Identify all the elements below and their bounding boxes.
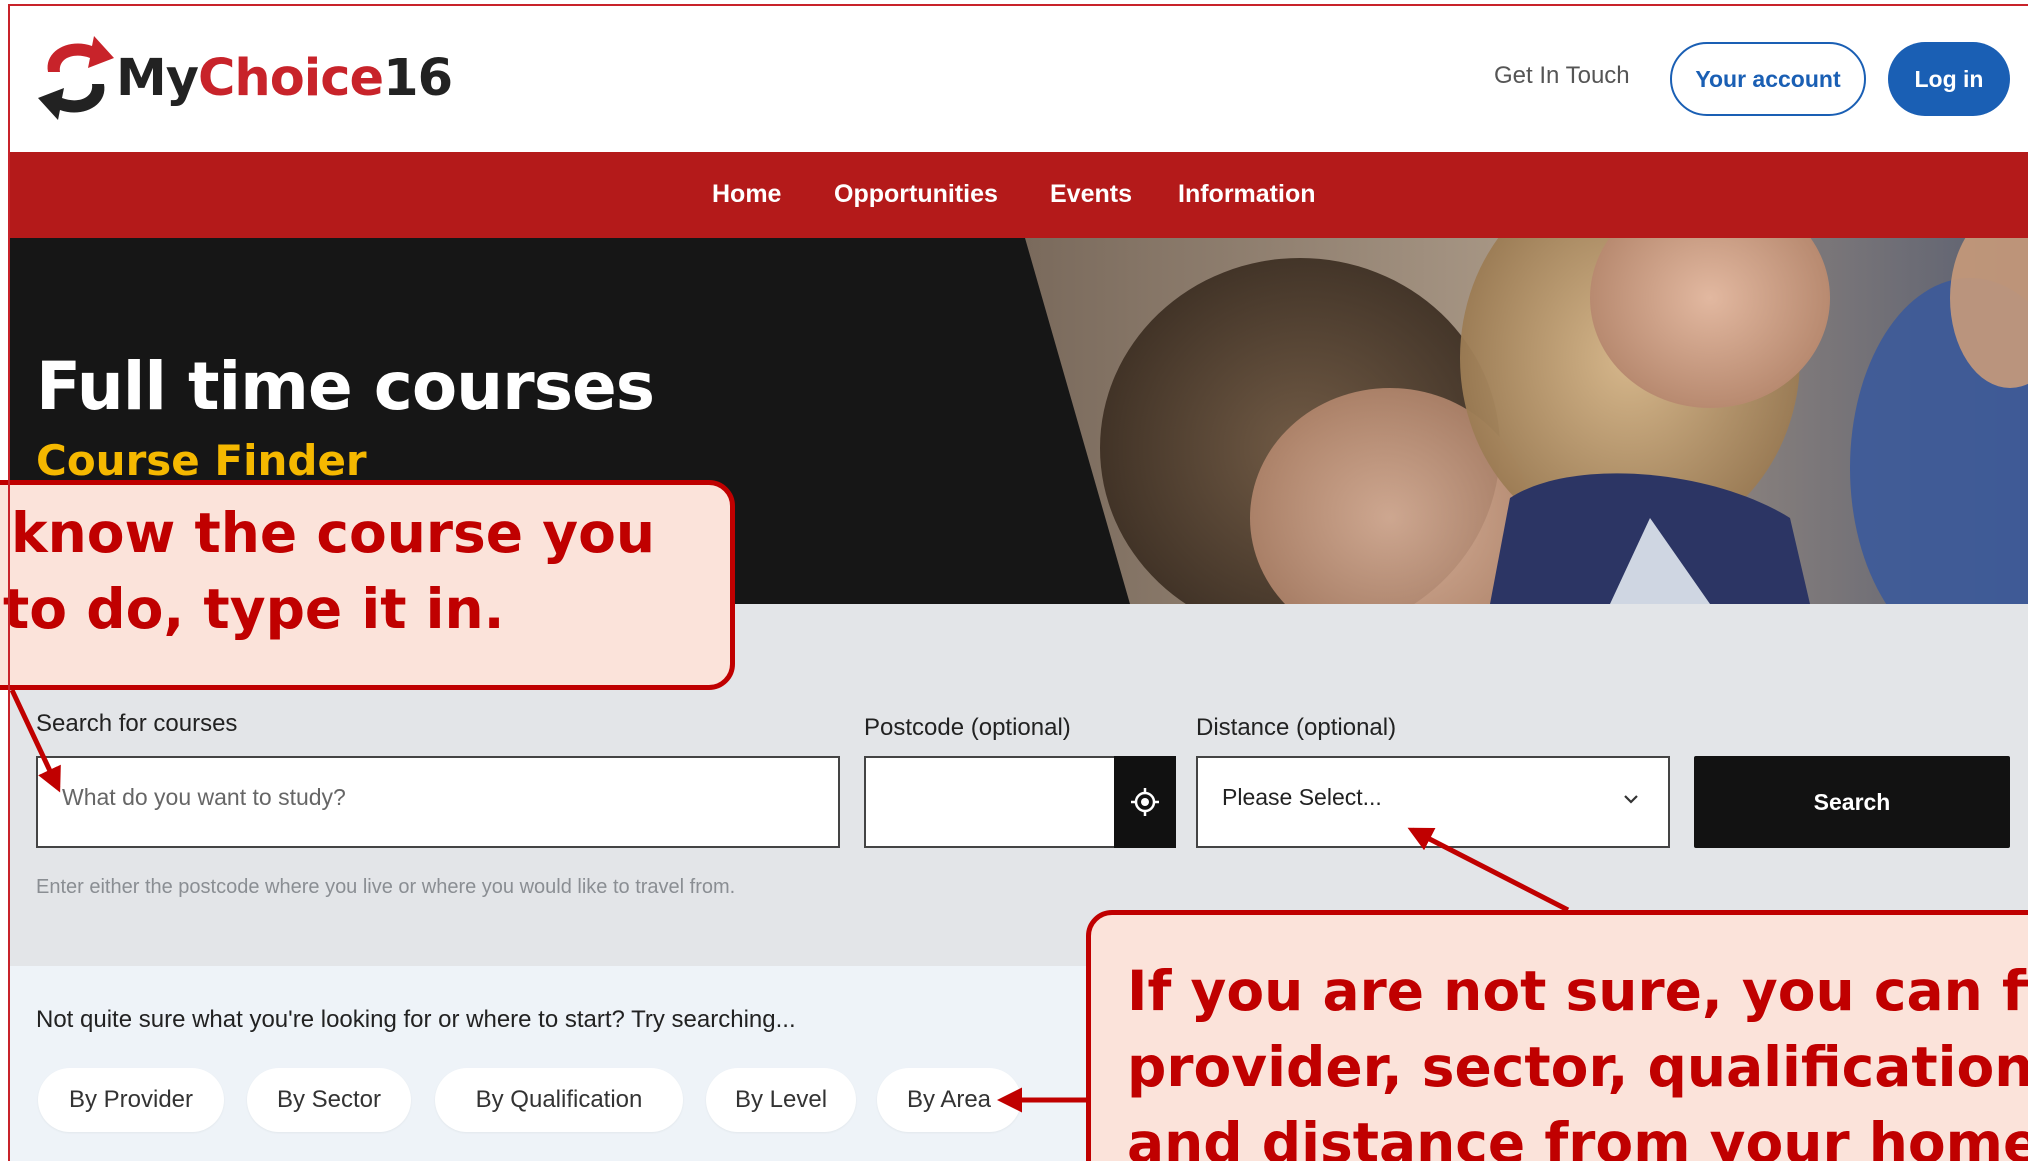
screenshot-frame: MyChoice16 Get In Touch Your account Log… xyxy=(0,0,2028,1161)
page-subtitle: Course Finder xyxy=(36,436,367,485)
pill-by-sector[interactable]: By Sector xyxy=(247,1068,411,1132)
logo-wordmark: MyChoice16 xyxy=(116,48,453,108)
location-target-icon xyxy=(1131,788,1159,816)
nav-item-home[interactable]: Home xyxy=(712,180,781,209)
postcode-label: Postcode (optional) xyxy=(864,714,1071,741)
site-logo[interactable]: MyChoice16 xyxy=(34,28,453,128)
postcode-hint: Enter either the postcode where you live… xyxy=(36,876,736,898)
callout-left-line2: to do, type it in. xyxy=(3,577,505,641)
logo-arrows-icon xyxy=(38,36,114,120)
main-nav: Home Opportunities Events Information xyxy=(10,152,2028,238)
callout-left-line1: know the course you xyxy=(11,501,656,565)
get-in-touch-link[interactable]: Get In Touch xyxy=(1494,62,1630,90)
explore-prompt: Not quite sure what you're looking for o… xyxy=(36,1006,796,1033)
page-title: Full time courses xyxy=(36,348,655,425)
pill-by-qualification[interactable]: By Qualification xyxy=(435,1068,683,1132)
callout-type-course: know the course you to do, type it in. xyxy=(0,480,735,690)
callout-right-line3: and distance from your home xyxy=(1127,1111,2028,1161)
course-search-placeholder: What do you want to study? xyxy=(62,784,346,810)
nav-item-opportunities[interactable]: Opportunities xyxy=(834,180,998,209)
pill-by-area[interactable]: By Area xyxy=(877,1068,1021,1132)
nav-item-events[interactable]: Events xyxy=(1050,180,1132,209)
site-header: MyChoice16 Get In Touch Your account Log… xyxy=(10,6,2028,152)
pill-by-provider[interactable]: By Provider xyxy=(38,1068,224,1132)
callout-filter-options: If you are not sure, you can filter b pr… xyxy=(1086,910,2028,1161)
frame-border-left xyxy=(8,4,10,1161)
your-account-button[interactable]: Your account xyxy=(1670,42,1866,116)
locate-me-button[interactable] xyxy=(1114,756,1176,848)
course-search-label: Search for courses xyxy=(36,710,238,737)
distance-selected-value: Please Select... xyxy=(1222,784,1382,810)
postcode-input[interactable] xyxy=(864,756,1126,848)
pill-by-level[interactable]: By Level xyxy=(706,1068,856,1132)
log-in-button[interactable]: Log in xyxy=(1888,42,2010,116)
frame-border-top xyxy=(8,4,2028,6)
distance-label: Distance (optional) xyxy=(1196,714,1397,741)
search-button[interactable]: Search xyxy=(1694,756,2010,848)
callout-right-line1: If you are not sure, you can filter b xyxy=(1127,959,2028,1023)
course-search-input[interactable]: What do you want to study? xyxy=(36,756,840,848)
chevron-down-icon xyxy=(1624,795,1638,804)
nav-item-information[interactable]: Information xyxy=(1178,180,1316,209)
callout-right-line2: provider, sector, qualification, leve xyxy=(1127,1035,2028,1099)
distance-select[interactable]: Please Select... xyxy=(1196,756,1670,848)
